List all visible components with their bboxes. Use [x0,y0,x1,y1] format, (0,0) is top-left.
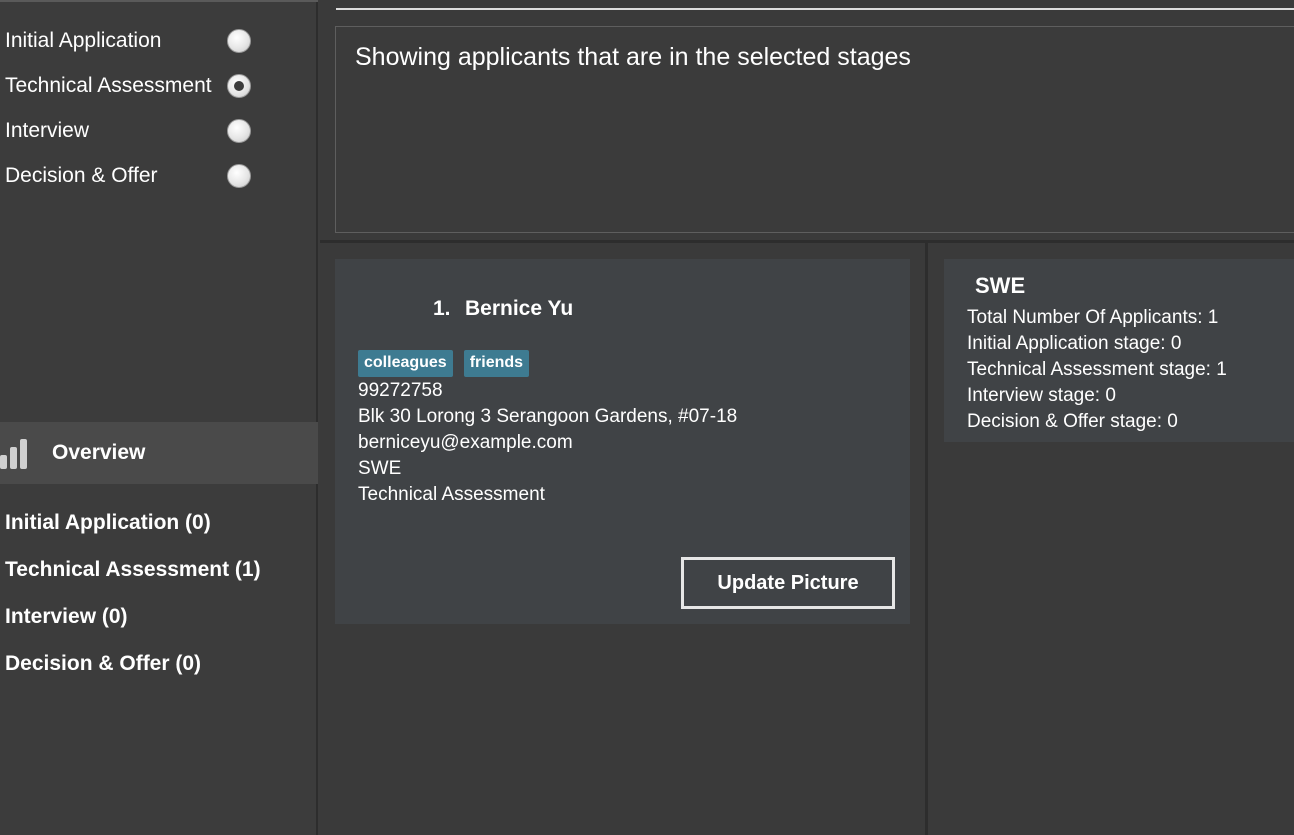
nav-item-initial-application[interactable]: Initial Application (0) [5,511,211,535]
stage-filter-initial-application[interactable]: Initial Application [0,21,318,61]
command-box[interactable] [336,0,1294,10]
applicant-stage: Technical Assessment [358,484,545,505]
applicant-email: berniceyu@example.com [358,432,573,453]
nav-item-interview[interactable]: Interview (0) [5,605,128,629]
result-display: Showing applicants that are in the selec… [335,26,1294,233]
stage-filter-label: Technical Assessment [5,74,212,97]
stage-filter-technical-assessment[interactable]: Technical Assessment [0,66,318,106]
applicant-role: SWE [358,458,402,479]
nav-item-overview[interactable]: Overview [0,422,318,484]
vertical-divider[interactable] [925,243,928,835]
stage-filter-decision-offer[interactable]: Decision & Offer [0,156,318,196]
stat-decision-offer: Decision & Offer stage: 0 [967,411,1178,432]
stats-panel: SWE Total Number Of Applicants: 1 Initia… [944,259,1294,442]
stage-filter-label: Interview [5,119,90,142]
sidebar-top-border [0,0,318,14]
result-message: Showing applicants that are in the selec… [355,43,911,71]
tag: friends [463,350,530,377]
stat-technical-assessment: Technical Assessment stage: 1 [967,359,1227,380]
horizontal-divider [320,240,1294,243]
applicant-phone: 99272758 [358,380,443,401]
nav-item-technical-assessment[interactable]: Technical Assessment (1) [5,558,261,582]
applicant-card[interactable]: 1. Bernice Yu colleagues friends 9927275… [335,259,910,624]
update-picture-button[interactable]: Update Picture [681,557,895,609]
radio-decision-offer[interactable] [227,164,251,188]
applicant-address: Blk 30 Lorong 3 Serangoon Gardens, #07-1… [358,406,738,427]
tag: colleagues [358,350,453,377]
stage-filter-interview[interactable]: Interview [0,111,318,151]
stat-total: Total Number Of Applicants: 1 [967,307,1219,328]
stat-initial-application: Initial Application stage: 0 [967,333,1182,354]
tag-list: colleagues friends [358,350,530,377]
applicant-index: 1. [433,297,451,320]
applicant-name: Bernice Yu [465,297,574,320]
nav-item-decision-offer[interactable]: Decision & Offer (0) [5,652,201,676]
stage-filter-label: Initial Application [5,29,162,52]
bar-chart-icon [0,439,27,469]
stat-interview: Interview stage: 0 [967,385,1116,406]
radio-initial-application[interactable] [227,29,251,53]
stats-title: SWE [975,273,1026,298]
radio-technical-assessment[interactable] [227,74,251,98]
sidebar: Initial Application Technical Assessment… [0,0,318,835]
nav-overview-label: Overview [52,441,146,464]
radio-interview[interactable] [227,119,251,143]
main-panel: Showing applicants that are in the selec… [320,0,1294,835]
stage-filter-label: Decision & Offer [5,164,158,187]
